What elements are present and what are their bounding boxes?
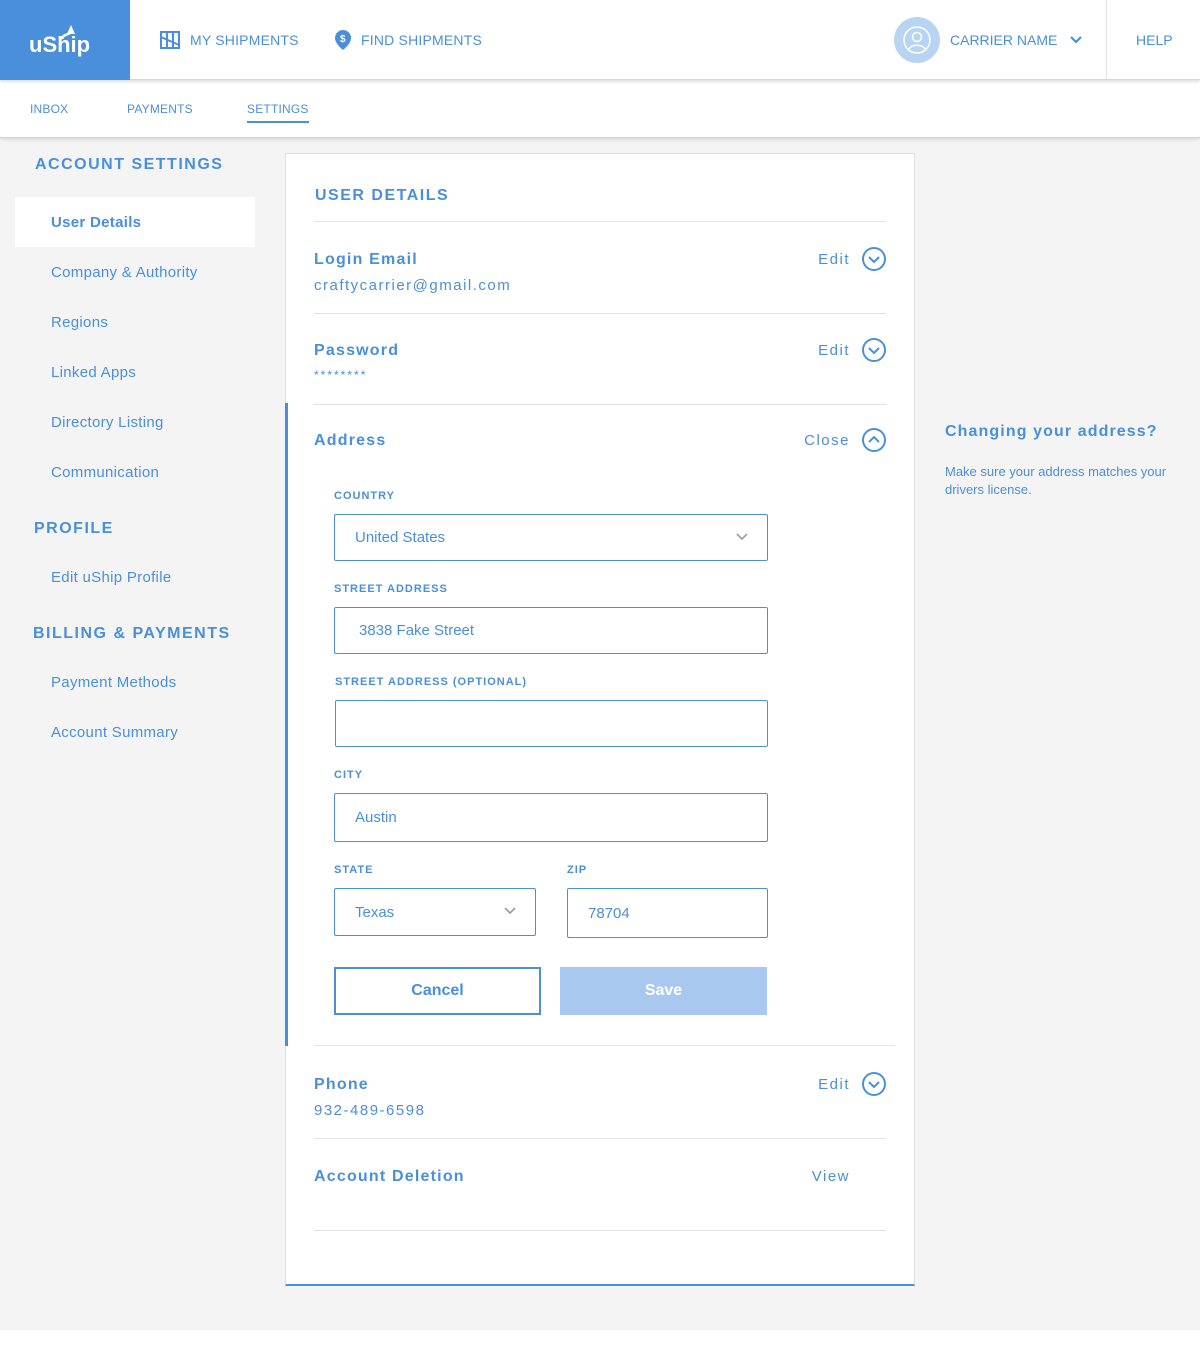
sidebar-item-communication[interactable]: Communication — [15, 447, 255, 497]
address-hint-title: Changing your address? — [945, 423, 1158, 440]
address-close[interactable]: Close — [804, 428, 886, 452]
chevron-down-icon — [736, 533, 748, 541]
account-settings-heading: ACCOUNT SETTINGS — [35, 156, 224, 173]
chevron-up-circle-icon — [862, 428, 886, 452]
address-label: Address — [314, 432, 387, 449]
zip-value: 78704 — [588, 904, 630, 922]
logo-text: uShip — [29, 32, 90, 57]
street-address-optional-input[interactable] — [335, 700, 768, 747]
sidebar-item-edit-profile[interactable]: Edit uShip Profile — [15, 552, 255, 602]
state-label: STATE — [334, 864, 374, 876]
sidebar-item-company-authority[interactable]: Company & Authority — [15, 247, 255, 297]
chevron-down-icon — [1070, 36, 1083, 44]
state-select[interactable]: Texas — [334, 888, 536, 936]
address-close-label: Close — [804, 431, 850, 449]
shipments-grid-icon — [160, 31, 180, 49]
city-label: CITY — [334, 769, 364, 781]
sub-nav: INBOX PAYMENTS SETTINGS — [0, 80, 1200, 138]
chevron-down-circle-icon — [862, 247, 886, 271]
password-label: Password — [314, 342, 400, 359]
user-avatar-icon — [903, 26, 931, 54]
sidebar-item-regions[interactable]: Regions — [15, 297, 255, 347]
active-section-indicator — [285, 403, 288, 1046]
nav-find-shipments[interactable]: $ FIND SHIPMENTS — [335, 0, 482, 80]
city-value: Austin — [355, 809, 397, 826]
zip-label: ZIP — [567, 864, 588, 876]
help-link[interactable]: HELP — [1136, 0, 1173, 80]
tab-payments[interactable]: PAYMENTS — [127, 102, 193, 116]
divider — [314, 404, 886, 405]
phone-edit[interactable]: Edit — [818, 1072, 886, 1096]
login-email-edit[interactable]: Edit — [818, 247, 886, 271]
account-deletion-view[interactable]: View — [812, 1168, 850, 1185]
divider — [314, 1230, 886, 1231]
password-value: ******** — [314, 368, 368, 382]
password-edit[interactable]: Edit — [818, 338, 886, 362]
tab-inbox[interactable]: INBOX — [30, 102, 68, 116]
nav-find-shipments-label: FIND SHIPMENTS — [361, 32, 483, 48]
phone-value: 932-489-6598 — [314, 1102, 426, 1119]
svg-text:$: $ — [340, 34, 346, 45]
street-address-value: 3838 Fake Street — [359, 622, 475, 639]
divider — [314, 313, 886, 314]
top-bar: uShip MY SHIPMENTS $ FIND SHIPMENTS CARR… — [0, 0, 1200, 80]
sidebar-item-directory-listing[interactable]: Directory Listing — [15, 397, 255, 447]
avatar[interactable] — [894, 17, 940, 63]
uship-logo[interactable]: uShip — [0, 0, 130, 80]
location-pin-icon: $ — [335, 30, 351, 50]
divider — [314, 1138, 886, 1139]
phone-edit-label: Edit — [818, 1075, 850, 1093]
country-select[interactable]: United States — [334, 514, 768, 561]
tab-settings[interactable]: SETTINGS — [247, 102, 309, 123]
cancel-button[interactable]: Cancel — [334, 967, 541, 1015]
chevron-down-circle-icon — [862, 1072, 886, 1096]
street-address-label: STREET ADDRESS — [334, 583, 448, 595]
page-title: USER DETAILS — [315, 187, 450, 204]
sidebar-item-linked-apps[interactable]: Linked Apps — [15, 347, 255, 397]
divider — [314, 1045, 895, 1046]
user-details-card: USER DETAILS Login Email craftycarrier@g… — [285, 153, 915, 1286]
phone-label: Phone — [314, 1076, 369, 1093]
street-address-optional-label: STREET ADDRESS (OPTIONAL) — [335, 676, 528, 688]
nav-my-shipments[interactable]: MY SHIPMENTS — [160, 0, 299, 80]
address-hint-body: Make sure your address matches your driv… — [945, 464, 1167, 497]
chevron-down-circle-icon — [862, 338, 886, 362]
login-email-label: Login Email — [314, 251, 418, 268]
carrier-name: CARRIER NAME — [950, 32, 1058, 48]
divider — [314, 221, 886, 222]
uship-logo-mark: uShip — [29, 25, 90, 57]
country-value: United States — [355, 529, 446, 546]
account-deletion-label: Account Deletion — [314, 1168, 465, 1185]
password-edit-label: Edit — [818, 341, 850, 359]
country-label: COUNTRY — [334, 490, 395, 502]
carrier-menu[interactable]: CARRIER NAME — [950, 0, 1083, 80]
state-value: Texas — [355, 903, 395, 921]
nav-my-shipments-label: MY SHIPMENTS — [190, 32, 299, 48]
save-button[interactable]: Save — [560, 967, 767, 1015]
city-input[interactable]: Austin — [334, 793, 768, 842]
profile-heading: PROFILE — [34, 520, 114, 537]
sidebar-item-user-details[interactable]: User Details — [15, 197, 255, 247]
sidebar-item-account-summary[interactable]: Account Summary — [15, 707, 255, 757]
topbar-divider — [1106, 0, 1107, 80]
street-address-input[interactable]: 3838 Fake Street — [334, 607, 768, 654]
login-email-value: craftycarrier@gmail.com — [314, 277, 512, 294]
zip-input[interactable]: 78704 — [567, 888, 768, 938]
billing-payments-heading: BILLING & PAYMENTS — [33, 625, 231, 642]
sidebar-item-payment-methods[interactable]: Payment Methods — [15, 657, 255, 707]
account-deletion-view-label: View — [811, 1168, 850, 1185]
chevron-down-icon — [504, 907, 516, 915]
login-email-edit-label: Edit — [818, 250, 850, 268]
